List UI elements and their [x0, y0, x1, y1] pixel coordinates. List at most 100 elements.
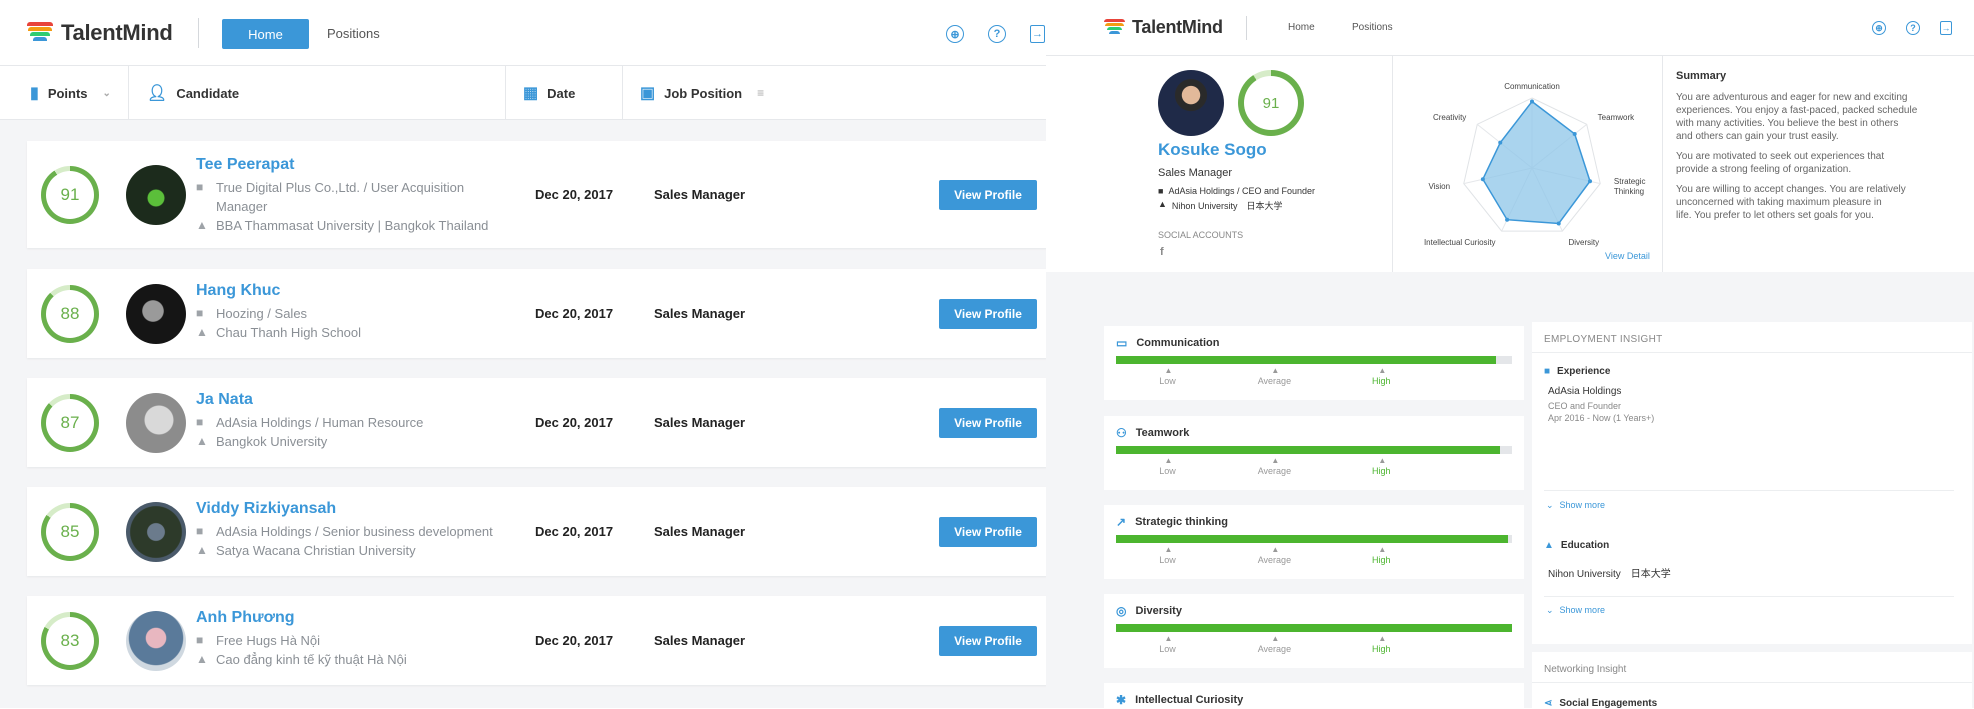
globe-icon[interactable]: ⊕ [1872, 21, 1886, 35]
talentmind-logo[interactable]: TalentMind [1104, 17, 1223, 38]
nav-positions[interactable]: Positions [327, 26, 380, 41]
experience-company: AdAsia Holdings [1548, 386, 1622, 397]
table-row[interactable]: 83 Anh Phương ■ Free Hugs Hà Nội ▲ Cao đẳng k… [27, 596, 1047, 685]
divider [198, 18, 199, 48]
graduation-cap-icon: ▲ [1544, 540, 1554, 551]
scale-label-high: High [1372, 555, 1391, 565]
user-icon: 👤︎ [147, 85, 168, 102]
candidate-name[interactable]: Anh Phương [196, 609, 295, 627]
score-ring: 87 [41, 393, 99, 452]
applied-date: Dec 20, 2017 [535, 523, 614, 539]
score-value: 91 [1244, 76, 1298, 130]
job-position: Sales Manager [654, 305, 746, 321]
briefcase-icon: ■ [1158, 186, 1164, 196]
job-position: Sales Manager [654, 523, 746, 539]
candidate-name[interactable]: Tee Peerapat [196, 156, 294, 174]
candidate-label: Candidate [176, 85, 240, 101]
briefcase-icon: ■ [1544, 366, 1551, 377]
profile-company: ■ AdAsia Holdings / CEO and Founder [1158, 186, 1315, 196]
view-profile-button[interactable]: View Profile [939, 407, 1037, 438]
candidate-education: ▲ Chau Thanh High School [196, 323, 361, 342]
competency-bar [1116, 624, 1512, 632]
profile-school: ▲ Nihon University 日本大学 [1158, 199, 1282, 212]
candidate-education: ▲ Cao đẳng kinh tế kỹ thuật Hà Nội [196, 650, 407, 669]
competency-card: ⚇ Teamwork ▲ Low ▲ Average ▲ High [1104, 416, 1524, 490]
radar-label-line: Strategic [1614, 177, 1646, 186]
employment-insight-card: EMPLOYMENT INSIGHT ■ Experience AdAsia Ho… [1532, 322, 1972, 644]
score-value: 83 [46, 616, 94, 665]
table-row[interactable]: 85 Viddy Rizkiyansah ■ AdAsia Holdings / Se… [27, 487, 1047, 576]
competency-name: Intellectual Curiosity [1135, 694, 1244, 706]
calendar-icon: ▦ [523, 85, 539, 102]
competency-bar-fill [1116, 356, 1497, 364]
candidate-name[interactable]: Viddy Rizkiyansah [196, 500, 336, 518]
radar-point [1556, 221, 1561, 226]
view-profile-button[interactable]: View Profile [939, 516, 1037, 547]
candidate-name[interactable]: Hang Khuc [196, 282, 280, 300]
candidate-company: ■ Free Hugs Hà Nội [196, 631, 320, 650]
competency-card: ↗ Strategic thinking ▲ Low ▲ Average ▲ High [1104, 505, 1524, 579]
score-ring: 91 [41, 165, 99, 224]
competency-bar [1116, 535, 1512, 543]
radar-label-line: Thinking [1614, 187, 1644, 196]
nav-home[interactable]: Home [222, 19, 309, 49]
globe-icon[interactable]: ⊕ [946, 25, 964, 43]
logout-icon[interactable]: → [1940, 21, 1952, 35]
filter-bar: ▮ Points ⌄ 👤︎ Candidate ▦ Date ▣ Job Pos… [0, 66, 1046, 120]
help-icon[interactable]: ? [1906, 21, 1920, 35]
filter-job-position[interactable]: ▣ Job Position ≡ [623, 66, 823, 120]
radar-point [1505, 217, 1510, 222]
scale-label-low: Low [1159, 644, 1176, 654]
job-position: Sales Manager [654, 632, 746, 648]
sort-points[interactable]: ▮ Points ⌄ [0, 66, 129, 120]
table-row[interactable]: 88 Hang Khuc ■ Hoozing / Sales ▲ Chau Thanh H… [27, 269, 1047, 358]
top-navbar: TalentMind Home Positions ⊕ ? → [1046, 0, 1974, 56]
scale-tick-icon: ▲ [1164, 456, 1173, 465]
radar-label-line: Communication [1504, 82, 1560, 91]
view-profile-button[interactable]: View Profile [939, 179, 1037, 210]
social-accounts-header: SOCIAL ACCOUNTS [1158, 230, 1244, 240]
help-icon[interactable]: ? [988, 25, 1006, 43]
scale-label-low: Low [1159, 555, 1176, 565]
show-more-experience[interactable]: ⌄ Show more [1546, 500, 1605, 511]
scale-label-high: High [1372, 466, 1391, 476]
divider [1544, 596, 1954, 597]
summary-line: You are motivated to seek out experience… [1676, 151, 1885, 162]
job-position-label: Job Position [664, 85, 743, 101]
competency-bar [1116, 356, 1512, 364]
summary-line: life. You prefer to let others set goals… [1676, 210, 1874, 221]
view-profile-button[interactable]: View Profile [939, 625, 1037, 656]
talentmind-logo[interactable]: TalentMind [27, 20, 173, 46]
scale-tick-icon: ▲ [1271, 634, 1280, 643]
nav-home[interactable]: Home [1288, 22, 1315, 33]
view-profile-button[interactable]: View Profile [939, 298, 1037, 329]
summary-paragraph-2: You are motivated to seek out experience… [1676, 150, 1966, 176]
sort-candidate[interactable]: 👤︎ Candidate [129, 66, 506, 120]
show-more-education[interactable]: ⌄ Show more [1546, 605, 1605, 616]
facebook-icon[interactable]: f [1160, 246, 1164, 258]
networking-insight-card: Networking Insight ⋖ Social Engagements [1532, 652, 1972, 709]
table-row[interactable]: 87 Ja Nata ■ AdAsia Holdings / Human Resour… [27, 378, 1047, 467]
sort-date[interactable]: ▦ Date [506, 66, 623, 120]
avatar [126, 610, 186, 671]
education-text: BBA Thammasat University | Bangkok Thail… [216, 218, 489, 233]
profile-overview: 91 Kosuke Sogo Sales Manager ■ AdAsia Hol… [1046, 56, 1974, 272]
applied-date: Dec 20, 2017 [535, 632, 614, 648]
nav-positions[interactable]: Positions [1352, 22, 1393, 33]
profile-title: Sales Manager [1158, 167, 1232, 179]
view-detail-link[interactable]: View Detail [1605, 251, 1650, 261]
social-engagements-title: ⋖ Social Engagements [1544, 698, 1657, 709]
filter-icon: ≡ [757, 86, 765, 100]
radar-point [1480, 177, 1485, 182]
company-text: AdAsia Holdings / Senior business develo… [216, 522, 493, 541]
education-text: Satya Wacana Christian University [216, 543, 416, 558]
summary-line: experiences. You enjoy a fast-paced, pac… [1676, 105, 1918, 116]
briefcase-icon: ▣ [640, 85, 656, 102]
logout-icon[interactable]: → [1030, 25, 1045, 43]
competency-title: ▭ Communication [1116, 336, 1219, 350]
competency-card: ✱ Intellectual Curiosity [1104, 683, 1524, 708]
candidate-name[interactable]: Ja Nata [196, 391, 253, 409]
table-row[interactable]: 91 Tee Peerapat ■ True Digital Plus Co.,Ltd… [27, 141, 1047, 248]
education-text: Bangkok University [216, 434, 328, 449]
experience-label: Experience [1557, 366, 1611, 377]
